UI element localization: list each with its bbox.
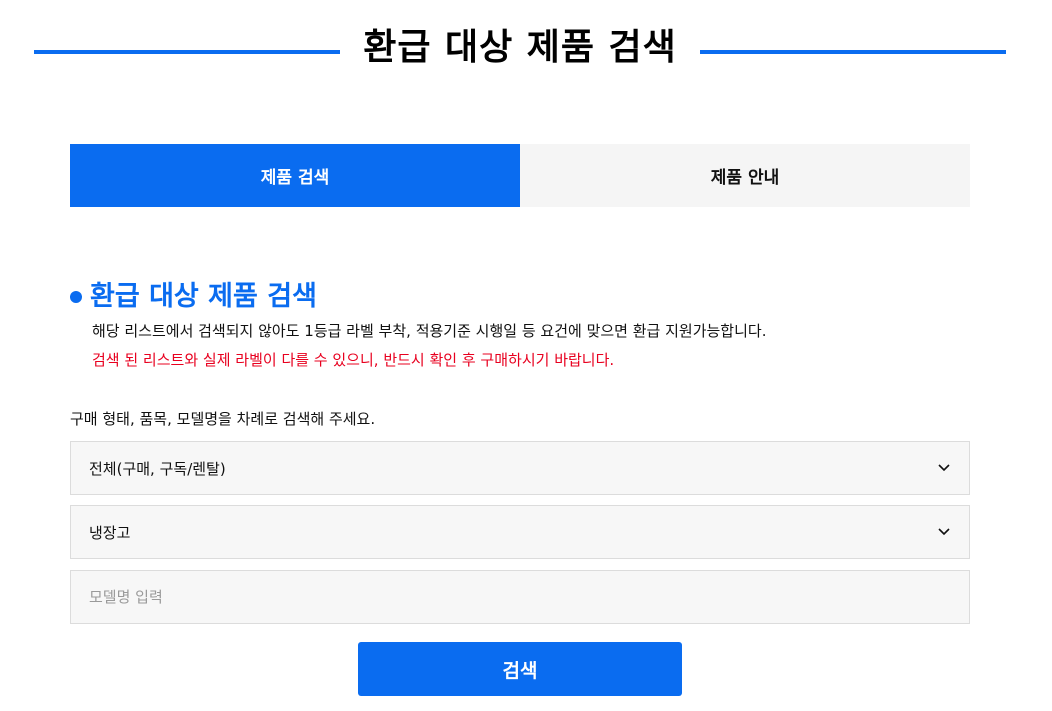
section-heading: 환급 대상 제품 검색 [70, 278, 317, 316]
search-button[interactable]: 검색 [358, 642, 682, 696]
tab-product-info[interactable]: 제품 안내 [520, 144, 970, 207]
product-category-select[interactable]: 냉장고 [70, 505, 970, 559]
tab-product-search[interactable]: 제품 검색 [70, 144, 520, 207]
form-instruction: 구매 형태, 품목, 모델명을 차례로 검색해 주세요. [70, 410, 376, 428]
page-title: 환급 대상 제품 검색 [363, 27, 677, 68]
bullet-icon [70, 291, 82, 303]
chevron-down-icon [937, 461, 951, 475]
section-description: 해당 리스트에서 검색되지 않아도 1등급 라벨 부착, 적용기준 시행일 등 … [92, 322, 767, 340]
purchase-type-value: 전체(구매, 구독/렌탈) [89, 459, 226, 478]
page-header: 환급 대상 제품 검색 [34, 22, 1006, 82]
model-input-field [70, 570, 970, 624]
purchase-type-select[interactable]: 전체(구매, 구독/렌탈) [70, 441, 970, 495]
product-category-value: 냉장고 [89, 523, 131, 542]
section-title: 환급 대상 제품 검색 [90, 281, 317, 312]
chevron-down-icon [937, 525, 951, 539]
tab-bar: 제품 검색 제품 안내 [70, 144, 970, 207]
model-name-input[interactable] [89, 571, 951, 623]
section-warning: 검색 된 리스트와 실제 라벨이 다를 수 있으니, 반드시 확인 후 구매하시… [92, 351, 615, 369]
